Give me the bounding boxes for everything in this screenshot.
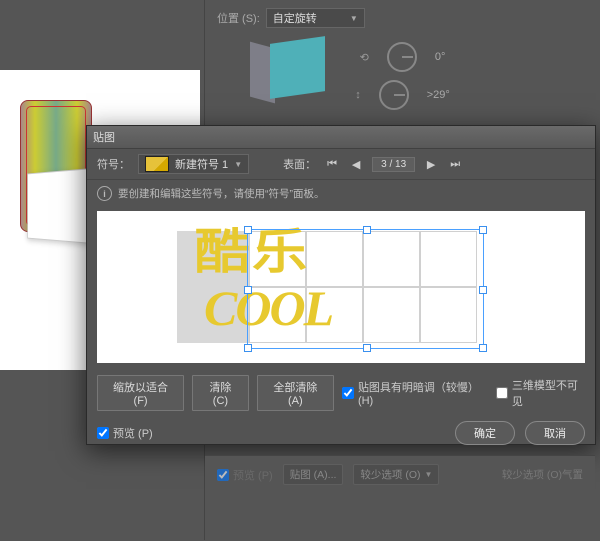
tilt-value: >29° [427,89,450,101]
last-surface-button[interactable]: ⏭ [447,156,463,172]
handle-br[interactable] [479,344,487,352]
tilt-dial[interactable] [379,80,409,110]
surface-total: 13 [395,159,406,170]
parent-preview-check: 预览 (P) [217,467,273,483]
cube-preview[interactable] [250,30,340,110]
chevron-down-icon: ▼ [234,160,242,169]
symbol-field-label: 符号： [97,156,130,172]
handle-mr[interactable] [479,286,487,294]
info-row: i 要创建和编辑这些符号，请使用“符号”面板。 [87,180,595,207]
chevron-down-icon: ▼ [350,14,358,23]
surface-index-box[interactable]: 3 / 13 [372,157,415,172]
selection-bounds[interactable] [247,229,484,349]
position-combo[interactable]: 自定旋转 ▼ [266,8,365,28]
invisible-label: 三维模型不可见 [512,377,585,409]
handle-tr[interactable] [479,226,487,234]
preview-checkbox[interactable] [97,427,109,439]
surface-label: 表面： [283,156,316,172]
rotate-icon: ⟲ [360,51,369,64]
dialog-titlebar[interactable]: 贴图 [87,126,595,149]
handle-bl[interactable] [244,344,252,352]
shade-checkbox-row[interactable]: 贴图具有明暗调（较慢）(H) [342,379,488,407]
ok-button[interactable]: 确定 [455,421,515,445]
handle-tl[interactable] [244,226,252,234]
preview-checkbox-row[interactable]: 预览 (P) [97,425,153,441]
map-art-dialog: 贴图 符号： 新建符号 1 ▼ 表面： ⏮ ◀ 3 / 13 ▶ ⏭ i 要创建… [86,125,596,445]
handle-bm[interactable] [363,344,371,352]
dialog-footer: 预览 (P) 确定 取消 [87,417,595,455]
position-value: 自定旋转 [273,10,317,26]
prev-surface-button[interactable]: ◀ [348,156,364,172]
cancel-button[interactable]: 取消 [525,421,585,445]
info-icon: i [97,186,112,201]
symbol-toolbar: 符号： 新建符号 1 ▼ 表面： ⏮ ◀ 3 / 13 ▶ ⏭ [87,149,595,180]
symbol-swatch-icon [145,156,169,172]
invisible-checkbox[interactable] [496,387,508,399]
invisible-checkbox-row[interactable]: 三维模型不可见 [496,377,585,409]
clear-all-button[interactable]: 全部清除 (A) [257,375,334,411]
cube-front-face [270,36,325,99]
tilt-icon: ↕ [355,89,361,101]
position-label: 位置 (S): [217,10,260,26]
rotation-value: 0° [435,51,446,63]
parent-preview-label: 预览 (P) [233,467,273,483]
clear-button[interactable]: 清除 (C) [192,375,249,411]
info-text: 要创建和编辑这些符号，请使用“符号”面板。 [118,186,325,201]
surface-current: 3 [381,159,387,170]
handle-ml[interactable] [244,286,252,294]
symbol-name: 新建符号 1 [175,156,228,172]
symbol-combo[interactable]: 新建符号 1 ▼ [138,154,249,174]
preview-label: 预览 (P) [113,425,153,441]
map-preview-area[interactable]: 酷乐 COOL [97,211,585,363]
parent-less-options: 较少选项 (O)▼ [353,464,439,485]
shade-label: 贴图具有明暗调（较慢）(H) [358,379,488,407]
parent-more-options: 较少选项 (O)气置 [502,467,583,482]
scale-to-fit-button[interactable]: 缩放以适合 (F) [97,375,184,411]
dialog-title: 贴图 [93,129,115,145]
shade-checkbox[interactable] [342,387,354,399]
first-surface-button[interactable]: ⏮ [324,156,340,172]
handle-tm[interactable] [363,226,371,234]
next-surface-button[interactable]: ▶ [423,156,439,172]
parent-dialog-fragment: 预览 (P) 贴图 (A)... 较少选项 (O)▼ 较少选项 (O)气置 [205,455,595,536]
rotation-dial[interactable] [387,42,417,72]
action-row: 缩放以适合 (F) 清除 (C) 全部清除 (A) 贴图具有明暗调（较慢）(H)… [87,367,595,417]
parent-map-button: 贴图 (A)... [283,464,344,485]
